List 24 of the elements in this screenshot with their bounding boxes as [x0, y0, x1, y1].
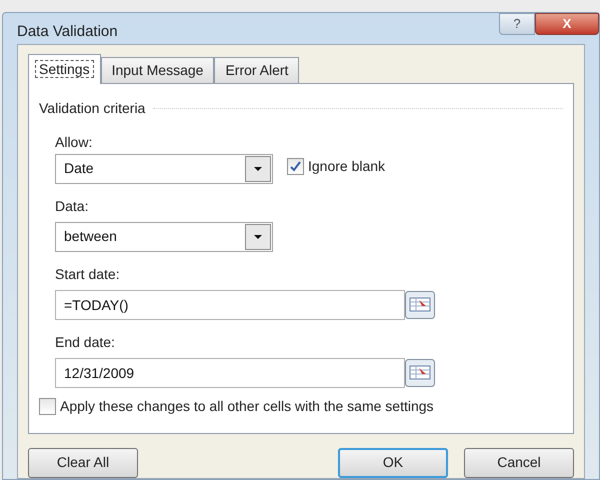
dropdown[interactable]: between: [55, 222, 273, 252]
range-selector-icon[interactable]: [405, 290, 435, 318]
tab[interactable]: Error Alert: [214, 56, 300, 82]
checkbox[interactable]: [287, 158, 304, 174]
tab[interactable]: Settings: [28, 54, 101, 84]
checkbox[interactable]: [39, 398, 56, 414]
section-title: Validation criteria: [39, 98, 146, 118]
checkmark-icon: [290, 160, 301, 172]
checkbox-label: Ignore blank: [308, 156, 386, 176]
ok-button[interactable]: OK: [338, 448, 448, 478]
field-label: Allow:: [55, 132, 94, 150]
checkbox-label: Apply these changes to all other cells with the same settings: [60, 396, 434, 416]
clear-all-button[interactable]: Clear All: [28, 448, 138, 478]
tab[interactable]: Input Message: [100, 56, 214, 82]
range-selector-icon[interactable]: [405, 358, 435, 386]
field-label: Data:: [55, 198, 88, 214]
window-title: Data Validation: [16, 22, 118, 42]
input-field[interactable]: =TODAY(): [55, 290, 405, 320]
field-label: End date:: [55, 334, 115, 350]
input-field[interactable]: 12/31/2009: [55, 358, 405, 388]
help-button[interactable]: ?: [499, 13, 535, 35]
dropdown[interactable]: Date: [55, 154, 273, 184]
cancel-button[interactable]: Cancel: [464, 448, 574, 478]
field-label: Start date:: [55, 266, 120, 282]
